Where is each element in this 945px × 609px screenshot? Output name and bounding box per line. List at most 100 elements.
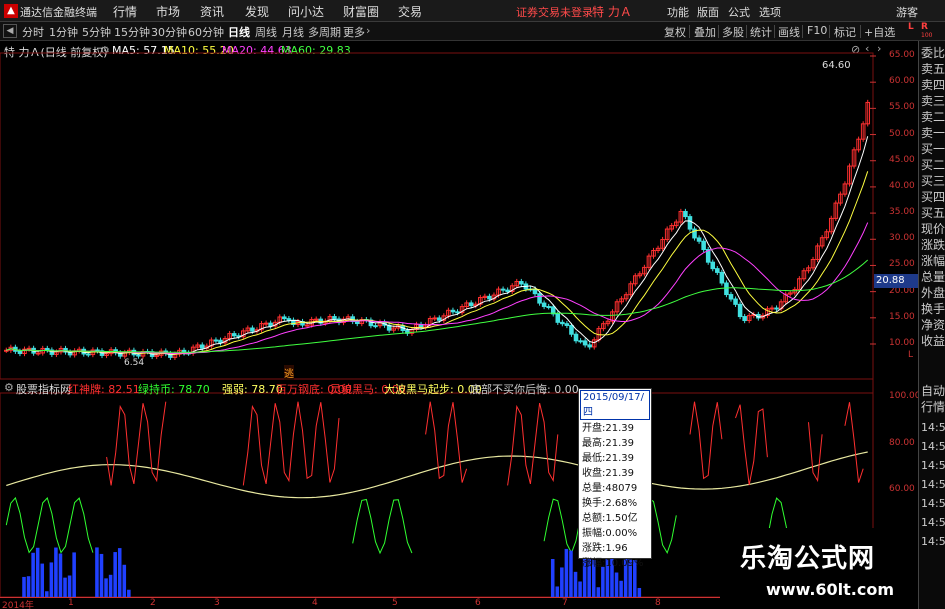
side-panel-item[interactable]: 收益	[921, 335, 945, 348]
back-arrow-icon[interactable]: ◀	[3, 24, 17, 38]
side-panel-item[interactable]: 卖一	[921, 127, 945, 140]
btn-mark[interactable]: 标记	[834, 24, 856, 40]
red-hold-segment	[242, 401, 340, 486]
red-hold-segment	[106, 401, 167, 486]
ruler-label: 8	[655, 598, 661, 608]
side-panel-item[interactable]: 现价	[921, 223, 945, 236]
side-panel-item[interactable]: 委比	[921, 47, 945, 60]
period-30min[interactable]: 30分钟	[151, 24, 187, 40]
period-15min[interactable]: 15分钟	[114, 24, 150, 40]
side-panel-item[interactable]: 净资	[921, 319, 945, 332]
candle-body	[455, 311, 460, 314]
menu-formula[interactable]: 公式	[728, 4, 750, 20]
menu-news[interactable]: 资讯	[200, 3, 224, 20]
side-panel-item[interactable]: 卖四	[921, 79, 945, 92]
indicator-field-red-hold: 红神牌: 82.51	[68, 383, 140, 396]
btn-overlay[interactable]: 叠加	[694, 24, 716, 40]
period-60min[interactable]: 60分钟	[188, 24, 224, 40]
side-panel-item[interactable]: 卖三	[921, 95, 945, 108]
menu-function[interactable]: 功能	[667, 4, 689, 20]
menu-options[interactable]: 选项	[759, 4, 781, 20]
candle-body	[769, 307, 775, 310]
btn-statistics[interactable]: 统计	[750, 24, 772, 40]
candle-body	[541, 302, 547, 308]
red-hold-segment	[689, 401, 723, 480]
volume-bar	[22, 576, 26, 597]
side-panel-item[interactable]: 买一	[921, 143, 945, 156]
side-panel-time: 14:5	[921, 497, 945, 510]
volume-bar	[619, 580, 623, 597]
candle-body	[437, 317, 442, 321]
candle-body	[687, 216, 693, 230]
side-panel-time: 14:5	[921, 478, 945, 491]
side-panel-time: 14:5	[921, 535, 945, 548]
menu-discover[interactable]: 发现	[245, 3, 269, 20]
side-panel-item[interactable]: 涨跌	[921, 239, 945, 252]
side-panel-item[interactable]: 行情	[921, 401, 945, 414]
period-weekly[interactable]: 周线	[255, 24, 277, 40]
red-hold-segment	[425, 401, 468, 483]
chart-canvas[interactable]	[0, 41, 918, 601]
menu-trade[interactable]: 交易	[398, 3, 422, 20]
tooltip-change-pct: 涨幅:10.09%	[582, 558, 644, 569]
side-panel-item[interactable]: 买二	[921, 159, 945, 172]
period-multi[interactable]: 多周期	[308, 24, 341, 40]
candle-body	[724, 282, 729, 296]
side-panel-item[interactable]: 涨幅	[921, 255, 945, 268]
menu-ask[interactable]: 问小达	[288, 3, 324, 20]
candle-body	[774, 307, 779, 310]
app-window: ▲ 通达信金融终端 行情 市场 资讯 发现 问小达 财富圈 交易 证券交易未登录…	[0, 0, 945, 609]
volume-bar	[564, 548, 569, 597]
volume-bar	[578, 581, 582, 597]
indicator-axis-tick: 80.00	[889, 437, 915, 448]
menu-market[interactable]: 市场	[156, 3, 180, 20]
login-warning[interactable]: 证券交易未登录	[516, 4, 593, 20]
btn-draw[interactable]: 画线	[778, 24, 800, 40]
volume-bar	[117, 548, 122, 597]
price-axis-tick: 55.00	[889, 102, 915, 113]
menu-layout[interactable]: 版面	[697, 4, 719, 20]
more-chevron-icon[interactable]: ›	[366, 24, 370, 37]
btn-add-watchlist[interactable]: +自选	[864, 24, 895, 40]
period-tick[interactable]: 分时	[22, 24, 44, 40]
period-1min[interactable]: 1分钟	[49, 24, 78, 40]
period-monthly[interactable]: 月线	[282, 24, 304, 40]
guest-label[interactable]: 游客	[896, 4, 918, 20]
side-panel-item[interactable]: 买四	[921, 191, 945, 204]
indicator-settings-icon[interactable]: ⚙	[4, 381, 14, 394]
corner-l-label: L	[908, 22, 914, 32]
volume-bar	[614, 572, 619, 597]
side-panel-item[interactable]: 换手	[921, 303, 945, 316]
current-price-tag: 20.88	[874, 274, 918, 288]
side-panel-item[interactable]: 总量	[921, 271, 945, 284]
ruler-label: 2014年	[2, 601, 34, 609]
period-5min[interactable]: 5分钟	[82, 24, 111, 40]
volume-bar	[560, 567, 564, 597]
volume-bar	[35, 547, 40, 597]
side-panel-item[interactable]: 卖五	[921, 63, 945, 76]
indicator-name[interactable]: 股票指标网	[16, 381, 71, 397]
period-daily[interactable]: 日线	[228, 24, 250, 40]
candle-body	[710, 261, 716, 270]
btn-f10[interactable]: F10	[807, 24, 827, 37]
btn-adjust[interactable]: 复权	[664, 24, 686, 40]
tooltip-date: 2015/09/17/四	[580, 390, 650, 420]
divider	[860, 25, 861, 38]
period-more[interactable]: 更多	[343, 24, 365, 40]
volume-bar	[127, 589, 131, 597]
price-axis-tick: 30.00	[889, 233, 915, 244]
candle-body	[213, 339, 219, 342]
side-panel-item[interactable]: 买五	[921, 207, 945, 220]
price-axis-tick: 15.00	[889, 311, 915, 322]
side-panel-item[interactable]: 卖二	[921, 111, 945, 124]
side-panel-item[interactable]: 买三	[921, 175, 945, 188]
escape-marker: 逃	[284, 365, 294, 380]
price-axis-tick: 40.00	[889, 180, 915, 191]
menu-quotes[interactable]: 行情	[113, 3, 137, 20]
btn-multi-stock[interactable]: 多股	[722, 24, 744, 40]
menu-wealth-circle[interactable]: 财富圈	[343, 3, 379, 20]
side-panel-item[interactable]: 外盘	[921, 287, 945, 300]
candle-body	[332, 316, 337, 320]
side-panel-item[interactable]: 自动	[921, 385, 945, 398]
volume-bar	[72, 552, 76, 597]
